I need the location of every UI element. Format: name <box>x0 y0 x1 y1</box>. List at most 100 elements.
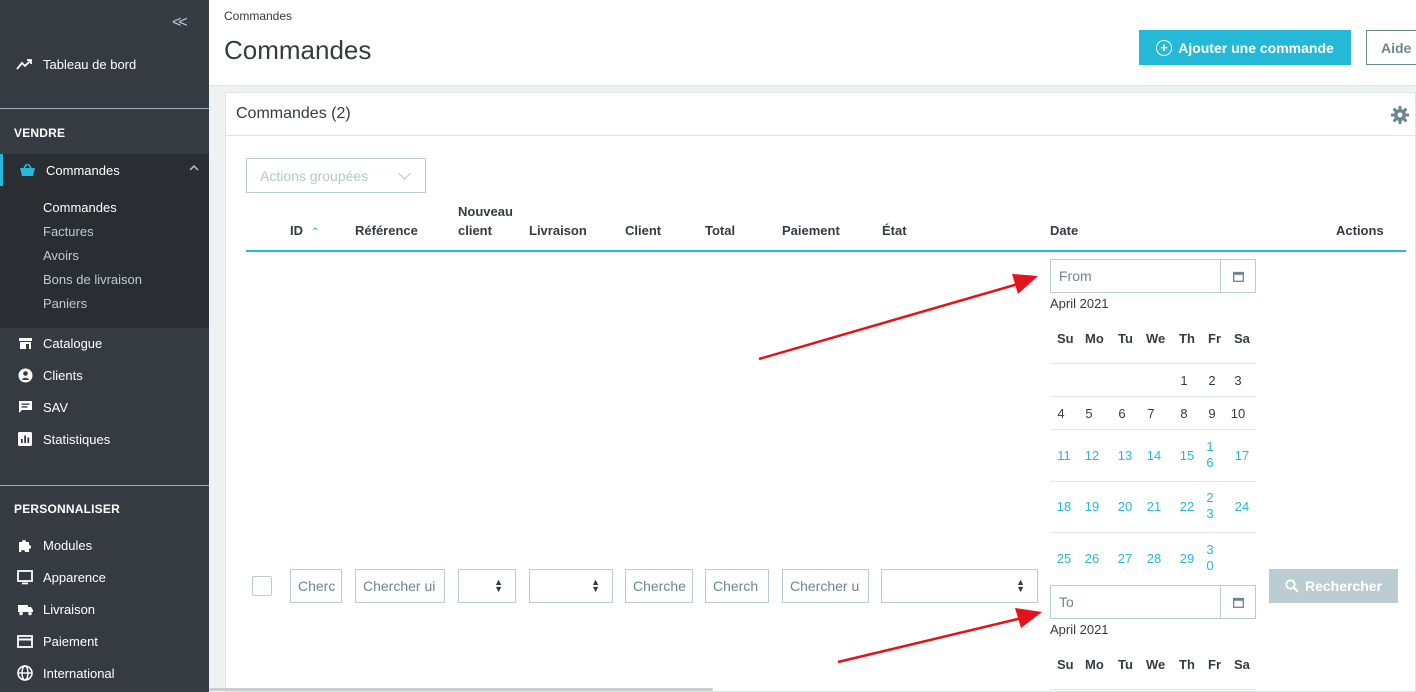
add-order-button[interactable]: + Ajouter une commande <box>1139 30 1351 65</box>
calendar-day-link[interactable]: 22 <box>1178 499 1196 515</box>
calendar-divider <box>1050 481 1256 482</box>
sort-arrows-icon: ▲ ▼ <box>494 577 503 594</box>
orders-card: Commandes (2) Actions groupées ID ⌃ Référ… <box>225 92 1416 692</box>
column-header-reference[interactable]: Référence <box>355 221 418 240</box>
sidebar-item-label: SAV <box>43 399 69 415</box>
weekday-label: Th <box>1179 657 1195 672</box>
filter-delivery-select[interactable]: ▲ ▼ <box>529 569 613 603</box>
sidebar-item-label: Paiement <box>43 633 98 649</box>
calendar-divider <box>1050 689 1256 690</box>
breadcrumb[interactable]: Commandes <box>224 9 292 23</box>
date-from-input[interactable]: From <box>1050 259 1256 293</box>
calendar-day-link[interactable]: 3 0 <box>1204 542 1216 574</box>
sidebar-divider <box>0 108 209 109</box>
weekday-label: Sa <box>1234 657 1250 672</box>
filter-reference-input[interactable]: Chercher ui <box>355 569 445 603</box>
sidebar-item-customer-service[interactable]: SAV <box>0 395 209 419</box>
filter-client-input[interactable]: Cherche <box>625 569 693 603</box>
sidebar-item-catalog[interactable]: Catalogue <box>0 331 209 355</box>
calendar-day-link[interactable]: 15 <box>1178 448 1196 464</box>
calendar-day-link[interactable]: 19 <box>1083 499 1101 515</box>
column-header-client[interactable]: Client <box>625 221 661 240</box>
gear-icon[interactable] <box>1391 106 1409 129</box>
column-header-payment[interactable]: Paiement <box>782 221 840 240</box>
filter-total-input[interactable]: Cherch <box>705 569 769 603</box>
header-underline <box>246 250 1406 252</box>
sidebar-item-shipping[interactable]: Livraison <box>0 597 209 621</box>
sidebar-item-customers[interactable]: Clients <box>0 363 209 387</box>
column-header-state[interactable]: État <box>882 221 907 240</box>
calendar-day-link[interactable]: 2 3 <box>1204 490 1216 522</box>
calendar-day-link[interactable]: 28 <box>1145 551 1163 567</box>
calendar-divider <box>1050 532 1256 533</box>
calendar-day-link[interactable]: 27 <box>1116 551 1134 567</box>
bulk-actions-label: Actions groupées <box>260 167 369 184</box>
calendar-day: 9 <box>1208 406 1216 421</box>
search-button[interactable]: Rechercher <box>1269 569 1398 603</box>
calendar-month-label: April 2021 <box>1050 296 1109 311</box>
help-button[interactable]: Aide <box>1366 30 1416 65</box>
chevron-up-icon <box>189 162 199 176</box>
calendar-day-link[interactable]: 11 <box>1055 448 1073 464</box>
sidebar-item-label: Livraison <box>43 601 96 617</box>
calendar-day-link[interactable]: 12 <box>1083 448 1101 464</box>
calendar-day-link[interactable]: 20 <box>1116 499 1134 515</box>
calendar-day-link[interactable]: 1 6 <box>1204 439 1216 471</box>
sidebar-item-appearance[interactable]: Apparence <box>0 565 209 589</box>
column-header-delivery[interactable]: Livraison <box>529 221 587 240</box>
card-header: Commandes (2) <box>226 93 1415 136</box>
weekday-label: Fr <box>1208 657 1221 672</box>
date-to-input[interactable]: To <box>1050 585 1256 619</box>
sidebar-item-international[interactable]: International <box>0 661 209 685</box>
sidebar-item-label: Clients <box>43 367 83 383</box>
submenu-item-credit-slips[interactable]: Avoirs <box>43 248 79 263</box>
globe-icon <box>16 665 34 681</box>
column-header-id[interactable]: ID ⌃ <box>290 221 319 242</box>
weekday-label: Th <box>1179 331 1195 346</box>
submenu-item-orders[interactable]: Commandes <box>43 200 117 215</box>
sidebar-item-orders[interactable]: Commandes <box>0 154 209 186</box>
sort-arrows-icon: ▲ ▼ <box>591 577 600 594</box>
sidebar-item-dashboard[interactable]: Tableau de bord <box>0 51 209 77</box>
filter-id-input[interactable]: Cherc <box>290 569 342 603</box>
submenu-item-invoices[interactable]: Factures <box>43 224 94 239</box>
column-header-date[interactable]: Date <box>1050 221 1078 240</box>
sidebar-divider <box>0 485 209 486</box>
submenu-item-carts[interactable]: Paniers <box>43 296 87 311</box>
column-header-new-client[interactable]: Nouveau client <box>458 202 513 240</box>
calendar-day-link[interactable]: 24 <box>1233 499 1251 515</box>
sidebar-item-label: International <box>43 665 115 681</box>
date-to-placeholder: To <box>1059 594 1074 610</box>
sort-up-icon[interactable]: ⌃ <box>311 227 319 238</box>
submenu-item-delivery-slips[interactable]: Bons de livraison <box>43 272 142 287</box>
page-header: Commandes Commandes + Ajouter une comman… <box>209 0 1416 86</box>
horizontal-scrollbar[interactable] <box>209 688 713 691</box>
calendar-day-link[interactable]: 17 <box>1233 448 1251 464</box>
sidebar-item-payment[interactable]: Paiement <box>0 629 209 653</box>
sidebar-item-statistics[interactable]: Statistiques <box>0 427 209 451</box>
filter-state-select[interactable]: ▲ ▼ <box>881 569 1038 603</box>
collapse-sidebar-button[interactable]: << <box>172 14 188 32</box>
calendar-icon[interactable] <box>1220 586 1255 618</box>
calendar-day-link[interactable]: 18 <box>1055 499 1073 515</box>
bulk-actions-dropdown[interactable]: Actions groupées <box>246 158 426 193</box>
search-button-label: Rechercher <box>1304 578 1383 594</box>
weekday-label: Mo <box>1085 657 1104 672</box>
weekday-label: Mo <box>1085 331 1104 346</box>
sort-arrows-icon: ▲ ▼ <box>1016 577 1025 594</box>
calendar-icon[interactable] <box>1220 260 1255 292</box>
calendar-day-link[interactable]: 13 <box>1116 448 1134 464</box>
calendar-day-link[interactable]: 26 <box>1083 551 1101 567</box>
select-all-checkbox[interactable] <box>252 576 272 596</box>
weekday-label: We <box>1146 657 1166 672</box>
calendar-day-link[interactable]: 25 <box>1055 551 1073 567</box>
calendar-day-link[interactable]: 29 <box>1178 551 1196 567</box>
column-header-total[interactable]: Total <box>705 221 735 240</box>
calendar-day-link[interactable]: 21 <box>1145 499 1163 515</box>
chat-icon <box>16 400 34 414</box>
sidebar-item-modules[interactable]: Modules <box>0 533 209 557</box>
calendar-day-link[interactable]: 14 <box>1145 448 1163 464</box>
calendar-day: 6 <box>1118 406 1126 421</box>
filter-payment-input[interactable]: Chercher u <box>782 569 869 603</box>
filter-new-client-select[interactable]: ▲ ▼ <box>458 569 516 603</box>
